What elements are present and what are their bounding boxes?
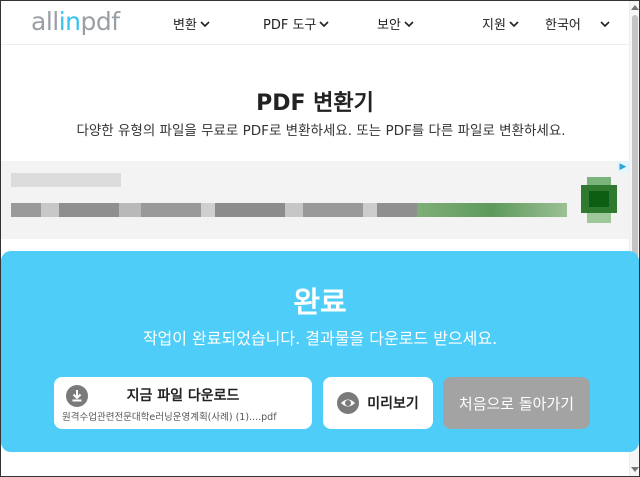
nav-pdf-tools-label: PDF 도구 — [263, 18, 317, 33]
download-label: 지금 파일 다운로드 — [126, 388, 240, 404]
logo-suffix: pdf — [80, 7, 121, 36]
chevron-down-icon — [200, 19, 210, 29]
chevron-down-icon — [404, 19, 414, 29]
ad-blurred-text — [11, 173, 121, 187]
ad-choices-icon[interactable]: ▶ — [617, 161, 629, 173]
ad-blurred-text — [11, 203, 567, 217]
chevron-down-icon — [509, 19, 519, 29]
nav-convert-label: 변환 — [173, 18, 197, 33]
nav-convert[interactable]: 변환 — [173, 14, 210, 33]
preview-button[interactable]: 미리보기 — [323, 377, 433, 429]
allinpdf-logo[interactable]: allinpdf — [31, 7, 120, 36]
restart-button[interactable]: 처음으로 돌아가기 — [443, 377, 590, 429]
nav-support-label: 지원 — [482, 18, 506, 33]
ad-banner[interactable]: ▶ — [1, 161, 629, 239]
page-subtitle: 다양한 유형의 파일을 무료로 PDF로 변환하세요. 또는 PDF를 다른 파… — [76, 123, 566, 139]
nav-support[interactable]: 지원 — [482, 14, 519, 33]
result-description: 작업이 완료되었습니다. 결과물을 다운로드 받으세요. — [142, 329, 498, 348]
language-label: 한국어 — [545, 18, 581, 33]
nav-security[interactable]: 보안 — [377, 14, 414, 33]
language-selector[interactable]: 한국어 — [545, 14, 610, 33]
preview-label: 미리보기 — [367, 396, 419, 412]
scroll-up-arrow-icon[interactable] — [630, 1, 640, 13]
nav-pdf-tools[interactable]: PDF 도구 — [263, 14, 329, 33]
chevron-down-icon — [319, 19, 329, 29]
result-card: 완료 작업이 완료되었습니다. 결과물을 다운로드 받으세요. 지금 파일 다운… — [1, 251, 639, 452]
top-header: allinpdf 변환 PDF 도구 보안 지원 한국어 — [1, 1, 629, 45]
eye-icon — [337, 392, 360, 414]
chevron-down-icon — [600, 19, 610, 29]
logo-prefix: all — [31, 7, 59, 36]
page-title: PDF 변환기 — [256, 91, 374, 116]
scroll-down-arrow-icon[interactable] — [630, 464, 640, 476]
logo-in: in — [58, 7, 81, 36]
nav-security-label: 보안 — [377, 18, 401, 33]
download-filename: 원격수업관련전문대학e러닝운영계획(사례) (1)....pdf — [62, 412, 277, 423]
result-title: 완료 — [293, 285, 347, 319]
ad-logo-icon — [579, 175, 619, 225]
download-button[interactable]: 지금 파일 다운로드 원격수업관련전문대학e러닝운영계획(사례) (1)....… — [54, 377, 312, 429]
